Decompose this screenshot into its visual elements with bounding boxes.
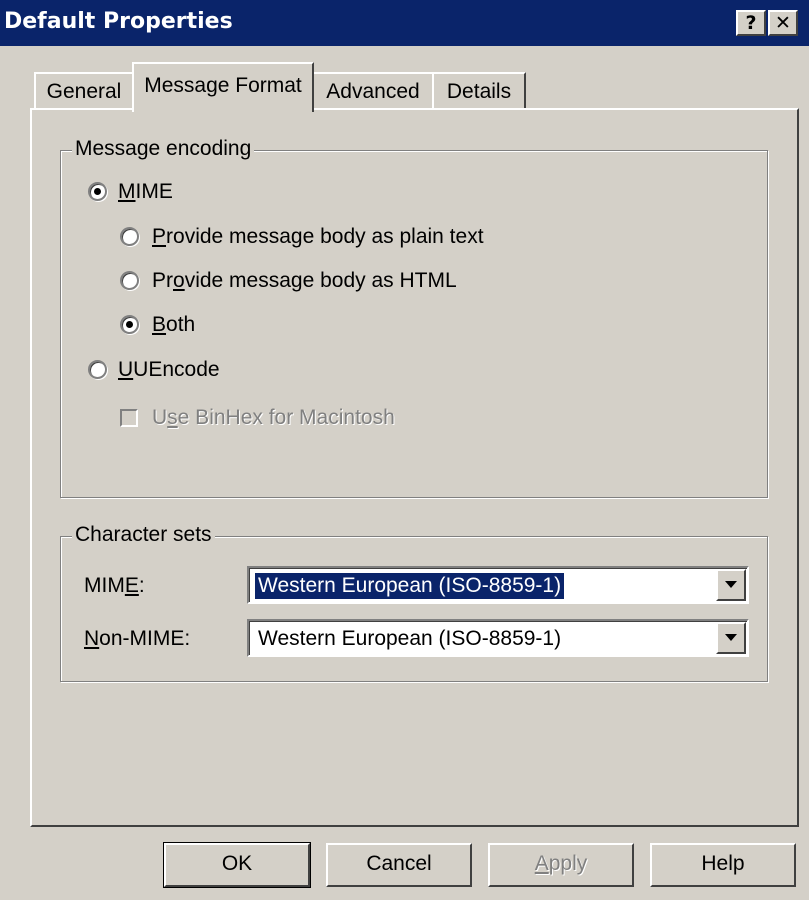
cancel-button-label: Cancel [366,852,432,875]
character-sets-legend: Character sets [72,523,215,547]
both-radio[interactable] [120,315,139,334]
tab-advanced[interactable]: Advanced [312,72,434,110]
uuencode-radio[interactable] [88,360,107,379]
close-button[interactable]: ✕ [768,10,798,36]
apply-button[interactable]: Apply [488,843,634,887]
tab-label: Message Format [144,74,302,97]
help-button-label: Help [701,852,745,875]
close-icon: ✕ [775,12,791,34]
tab-general[interactable]: General [34,72,134,110]
help-button[interactable]: Help [650,843,796,887]
tab-label: General [46,80,122,103]
message-encoding-legend: Message encoding [72,137,255,161]
tab-label: Details [446,80,512,103]
cancel-button[interactable]: Cancel [326,843,472,887]
character-sets-group [60,536,768,682]
non-mime-charset-value: Western European (ISO-8859-1) [258,627,562,650]
help-title-button[interactable]: ? [736,10,766,36]
window-title: Default Properties [4,9,233,34]
tab-details[interactable]: Details [432,72,526,110]
dropdown-arrow-icon[interactable] [716,569,746,601]
html-radio-label[interactable]: Provide message body as HTML [152,269,457,293]
binhex-checkbox[interactable] [120,409,138,427]
dropdown-arrow-icon[interactable] [716,622,746,654]
html-radio[interactable] [120,271,139,290]
mime-charset-label: MIME: [84,574,145,597]
non-mime-charset-label: Non-MIME: [84,627,191,650]
mime-charset-select[interactable]: Western European (ISO-8859-1) [247,566,749,604]
both-radio-label[interactable]: Both [152,313,195,337]
tab-label: Advanced [326,80,420,103]
mime-radio-label[interactable]: MIME [118,180,173,204]
question-mark-icon: ? [745,12,757,34]
tab-message-format[interactable]: Message Format [132,62,314,112]
ok-button-label: OK [221,852,253,875]
ok-button[interactable]: OK [163,842,311,888]
binhex-checkbox-label: Use BinHex for Macintosh [152,406,395,429]
title-bar[interactable]: Default Properties ? ✕ [0,0,809,46]
apply-button-label: Apply [534,852,588,875]
uuencode-radio-label[interactable]: UUEncode [118,358,220,382]
mime-radio[interactable] [88,182,107,201]
non-mime-charset-select[interactable]: Western European (ISO-8859-1) [247,619,749,657]
mime-charset-value: Western European (ISO-8859-1) [253,572,566,600]
plain-text-radio[interactable] [120,227,139,246]
plain-text-radio-label[interactable]: Provide message body as plain text [152,225,484,249]
